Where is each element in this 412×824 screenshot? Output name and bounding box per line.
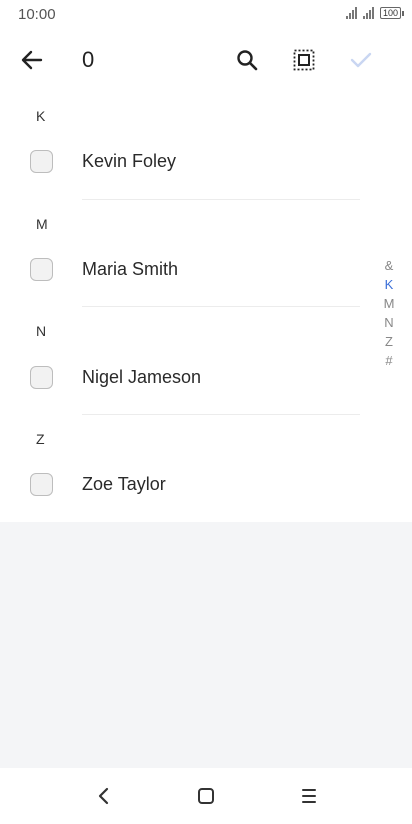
- nav-back-button[interactable]: [92, 784, 116, 808]
- index-letter[interactable]: M: [384, 294, 395, 313]
- contact-checkbox[interactable]: [30, 366, 53, 389]
- divider: [82, 199, 360, 200]
- contact-checkbox[interactable]: [30, 150, 53, 173]
- section-header-m: M: [36, 216, 48, 232]
- contact-row-zoe-taylor[interactable]: Zoe Taylor: [0, 455, 370, 515]
- contact-list: K Kevin Foley M Maria Smith N Nigel Jame…: [0, 90, 412, 522]
- index-letter[interactable]: &: [385, 256, 394, 275]
- battery-level: 100: [379, 7, 401, 19]
- nav-home-button[interactable]: [194, 784, 218, 808]
- contact-row-maria-smith[interactable]: Maria Smith: [0, 240, 370, 300]
- status-bar: 10:00 100: [0, 0, 412, 30]
- chevron-left-icon: [98, 787, 109, 805]
- contact-row-kevin-foley[interactable]: Kevin Foley: [0, 132, 370, 192]
- contact-row-nigel-jameson[interactable]: Nigel Jameson: [0, 348, 370, 408]
- check-icon: [350, 52, 372, 68]
- app-bar: 0: [0, 30, 412, 90]
- contact-checkbox[interactable]: [30, 473, 53, 496]
- index-letter[interactable]: Z: [385, 332, 393, 351]
- section-header-n: N: [36, 323, 47, 339]
- section-header-k: K: [36, 108, 46, 124]
- contact-name: Nigel Jameson: [82, 367, 202, 387]
- search-button[interactable]: [232, 45, 262, 75]
- index-letter-active[interactable]: K: [385, 275, 394, 294]
- status-indicators: 100: [345, 7, 404, 19]
- index-letter[interactable]: N: [384, 313, 393, 332]
- search-icon: [237, 50, 258, 71]
- signal-icon: [362, 7, 374, 19]
- nav-menu-button[interactable]: [297, 784, 321, 808]
- index-letter[interactable]: #: [385, 351, 392, 370]
- contact-name: Kevin Foley: [82, 151, 177, 171]
- confirm-button[interactable]: [346, 45, 376, 75]
- contact-name: Zoe Taylor: [82, 474, 166, 494]
- selected-count: 0: [82, 47, 95, 72]
- select-all-button[interactable]: [289, 45, 319, 75]
- back-button[interactable]: [16, 45, 48, 75]
- contact-name: Maria Smith: [82, 259, 179, 279]
- divider: [82, 414, 360, 415]
- select-all-icon: [293, 49, 315, 71]
- system-navigation-bar: [0, 768, 412, 824]
- signal-icon: [345, 7, 357, 19]
- section-header-z: Z: [36, 431, 45, 447]
- menu-icon: [302, 789, 316, 803]
- contact-checkbox[interactable]: [30, 258, 53, 281]
- battery-icon: 100: [379, 7, 404, 19]
- arrow-left-icon: [21, 50, 43, 70]
- divider: [82, 306, 360, 307]
- status-time: 10:00: [18, 6, 56, 23]
- square-icon: [198, 788, 214, 804]
- alphabet-index[interactable]: & K M N Z #: [380, 256, 398, 370]
